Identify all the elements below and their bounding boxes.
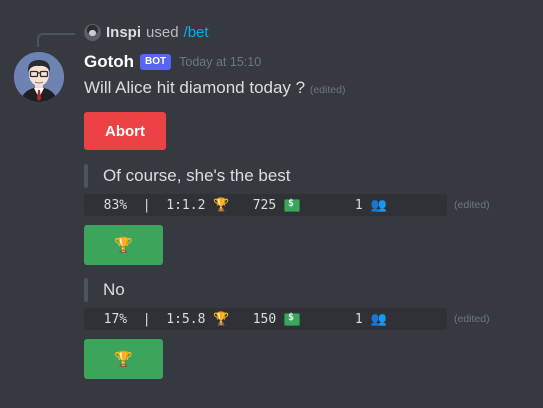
avatar-image [14, 52, 64, 102]
message-header: Gotoh BOT Today at 15:10 [84, 51, 261, 73]
option-bettors: 1 [354, 311, 363, 327]
people-icon: 👥 [370, 197, 387, 213]
option-odds: 1:5.8 [166, 311, 206, 327]
reply-command[interactable]: /bet [184, 24, 209, 41]
option-label: Of course, she's the best [103, 166, 291, 185]
quote-bar [84, 278, 88, 302]
bet-option-1-button[interactable]: 🏆 [84, 225, 163, 265]
bot-avatar[interactable] [14, 52, 64, 102]
money-icon [284, 312, 301, 326]
option-percent: 17% [103, 311, 128, 327]
reply-used-text: used [146, 23, 179, 41]
message-timestamp[interactable]: Today at 15:10 [179, 55, 261, 69]
stats-separator: | [142, 197, 151, 213]
option-odds: 1:1.2 [166, 197, 206, 213]
stats-code-block: 17% | 1:5.8 🏆 150 1 👥 [84, 308, 447, 330]
trophy-icon: 🏆 [114, 351, 133, 368]
trophy-icon: 🏆 [213, 311, 230, 327]
option-amount: 150 [252, 311, 277, 327]
option-stats: 17% | 1:5.8 🏆 150 1 👥 (edited) [84, 308, 490, 330]
reply-reference[interactable]: Inspi used /bet [84, 22, 209, 42]
option-bettors: 1 [354, 197, 363, 213]
edited-label: (edited) [454, 313, 490, 325]
question-text: Will Alice hit diamond today ? [84, 78, 306, 97]
people-icon: 👥 [370, 311, 387, 327]
bet-question: Will Alice hit diamond today ? (edited) [84, 78, 345, 98]
reply-avatar[interactable] [84, 23, 101, 41]
option-amount: 725 [252, 197, 277, 213]
bet-option-2-button[interactable]: 🏆 [84, 339, 163, 379]
bot-username[interactable]: Gotoh [84, 52, 134, 72]
reply-username[interactable]: Inspi [106, 24, 141, 41]
abort-button[interactable]: Abort [84, 112, 166, 150]
edited-label: (edited) [309, 84, 346, 96]
stats-separator: | [142, 311, 151, 327]
option-percent: 83% [103, 197, 128, 213]
edited-label: (edited) [454, 199, 490, 211]
quote-bar [84, 164, 88, 188]
option-stats: 83% | 1:1.2 🏆 725 1 👥 (edited) [84, 194, 490, 216]
money-icon [284, 198, 301, 212]
bot-badge: BOT [140, 54, 172, 70]
option-label: No [103, 280, 125, 299]
reply-connector [37, 33, 75, 47]
trophy-icon: 🏆 [213, 197, 230, 213]
trophy-icon: 🏆 [114, 237, 133, 254]
stats-code-block: 83% | 1:1.2 🏆 725 1 👥 [84, 194, 447, 216]
